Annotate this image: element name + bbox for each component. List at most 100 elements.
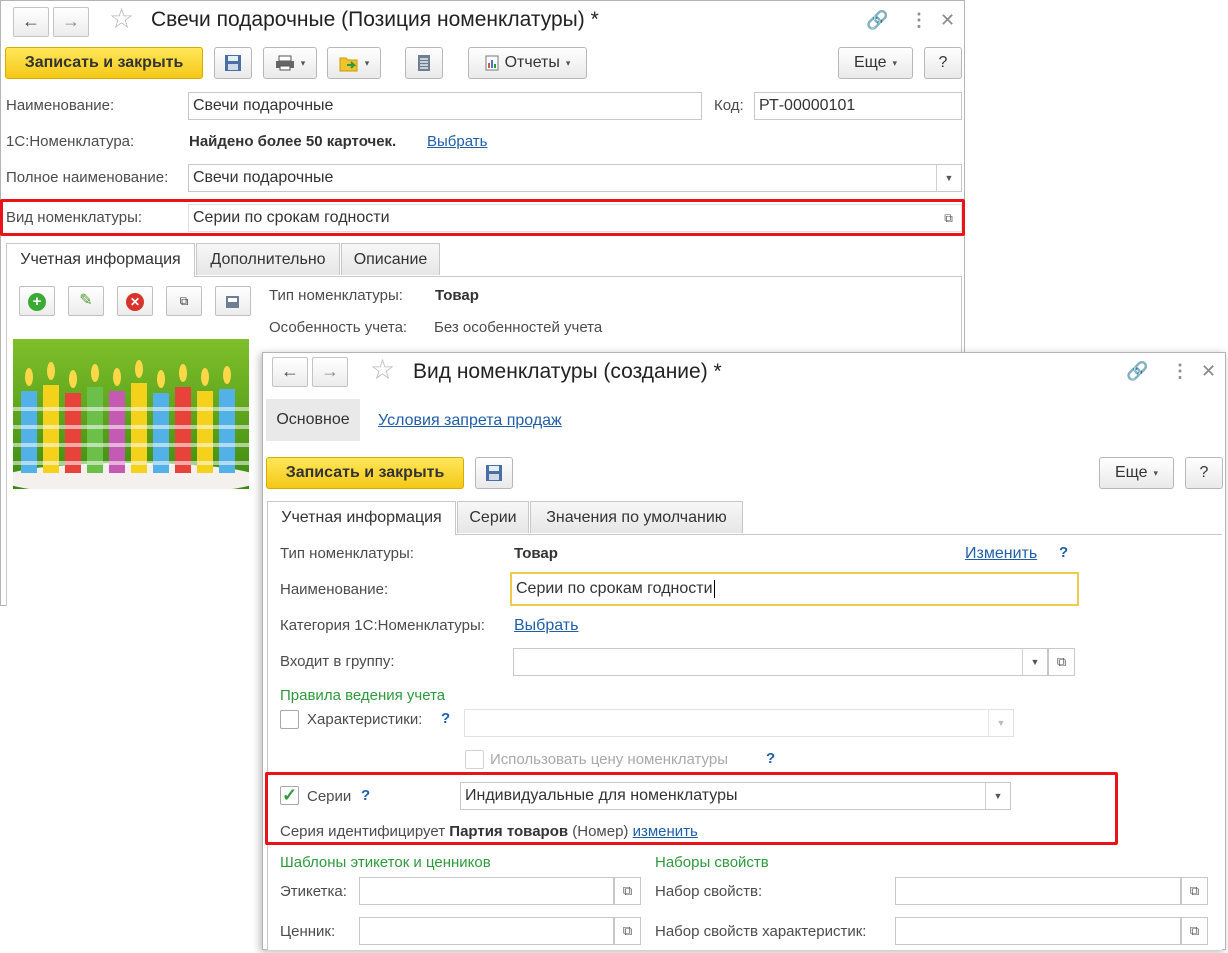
- chars-field: ▼: [464, 709, 1014, 737]
- feature-value: Без особенностей учета: [434, 319, 603, 336]
- highlight-kind-row: [0, 199, 965, 236]
- chars-checkbox[interactable]: [280, 710, 299, 729]
- code-field[interactable]: РТ-00000101: [754, 92, 962, 120]
- props-header: Наборы свойств: [655, 854, 769, 871]
- price-tag-open-icon[interactable]: ⧉: [614, 917, 641, 945]
- favorite-star-icon-2[interactable]: ☆: [370, 356, 395, 384]
- close-icon[interactable]: ✕: [940, 11, 955, 29]
- type-value-2: Товар: [514, 545, 558, 562]
- more-vert-icon-2[interactable]: ⋮: [1171, 362, 1189, 380]
- use-price-label: Использовать цену номенклатуры: [490, 751, 728, 768]
- back-button[interactable]: ←: [13, 7, 49, 37]
- close-icon-2[interactable]: ✕: [1201, 362, 1216, 380]
- name-label: Наименование:: [6, 97, 115, 114]
- category-label: Категория 1С:Номенклатуры:: [280, 617, 485, 634]
- tab-accounting[interactable]: Учетная информация: [6, 243, 195, 277]
- use-price-help-icon[interactable]: ?: [766, 750, 775, 767]
- report-icon: [485, 55, 499, 71]
- chars-label: Характеристики:: [307, 711, 423, 728]
- chars-help-icon[interactable]: ?: [441, 710, 450, 727]
- feature-label: Особенность учета:: [269, 319, 408, 336]
- type-help-icon[interactable]: ?: [1059, 544, 1068, 561]
- type-label-2: Тип номенклатуры:: [280, 545, 414, 562]
- reports-dropdown[interactable]: Отчеты ▾: [468, 47, 587, 79]
- type-label: Тип номенклатуры:: [269, 287, 403, 304]
- link-icon-2[interactable]: 🔗: [1126, 362, 1148, 380]
- chevron-down-icon[interactable]: ▼: [936, 165, 961, 191]
- name-field-2[interactable]: Серии по срокам годности: [510, 572, 1079, 606]
- save-close-button[interactable]: Записать и закрыть: [5, 47, 203, 79]
- tab-accounting-2[interactable]: Учетная информация: [267, 501, 456, 535]
- more-vert-icon[interactable]: ⋮: [910, 11, 928, 29]
- label-field[interactable]: [359, 877, 614, 905]
- nom1c-found-text: Найдено более 50 карточек.: [189, 133, 397, 150]
- add-icon[interactable]: +: [19, 286, 55, 316]
- save-icon-2[interactable]: [475, 457, 513, 489]
- forward-button[interactable]: →: [53, 7, 89, 37]
- price-tag-field[interactable]: [359, 917, 614, 945]
- more-label: Еще: [853, 54, 887, 72]
- props-field[interactable]: [895, 877, 1181, 905]
- char-props-open-icon[interactable]: ⧉: [1181, 917, 1208, 945]
- name-field[interactable]: Свечи подарочные: [188, 92, 702, 120]
- props-open-icon[interactable]: ⧉: [1181, 877, 1208, 905]
- group-label: Входит в группу:: [280, 653, 395, 670]
- print-dropdown[interactable]: ▾: [263, 47, 317, 79]
- tab-defaults[interactable]: Значения по умолчанию: [530, 501, 743, 533]
- char-props-label: Набор свойств характеристик:: [655, 923, 867, 940]
- group-field[interactable]: ▼: [513, 648, 1048, 676]
- product-image: [13, 339, 249, 489]
- price-tag-label: Ценник:: [280, 923, 336, 940]
- scan-icon[interactable]: [215, 286, 251, 316]
- fullname-value: Свечи подарочные: [193, 169, 334, 186]
- char-props-field[interactable]: [895, 917, 1181, 945]
- folder-arrow-icon: [339, 57, 358, 72]
- name-label-2: Наименование:: [280, 581, 389, 598]
- chevron-down-icon-3: ▼: [988, 710, 1013, 736]
- window-title: Свечи подарочные (Позиция номенклатуры) …: [151, 8, 599, 31]
- fullname-field[interactable]: Свечи подарочные ▼: [188, 164, 962, 192]
- props-label: Набор свойств:: [655, 883, 763, 900]
- delete-icon[interactable]: ✕: [117, 286, 153, 316]
- favorite-star-icon[interactable]: ☆: [109, 5, 134, 33]
- nom1c-label: 1С:Номенклатура:: [6, 133, 135, 150]
- help-button[interactable]: ?: [924, 47, 962, 79]
- save-icon[interactable]: [214, 47, 252, 79]
- window-title-2: Вид номенклатуры (создание) *: [413, 360, 722, 383]
- type-value: Товар: [435, 287, 479, 304]
- forward-button-2[interactable]: →: [312, 357, 348, 387]
- print-icon: [275, 55, 294, 71]
- save-close-button-2[interactable]: Записать и закрыть: [266, 457, 464, 489]
- rules-header: Правила ведения учета: [280, 687, 446, 704]
- nom1c-select-link[interactable]: Выбрать: [427, 133, 487, 150]
- text-cursor: [713, 579, 715, 598]
- list-icon[interactable]: [405, 47, 443, 79]
- reports-label: Отчеты: [504, 54, 560, 72]
- type-change-link[interactable]: Изменить: [965, 545, 1037, 563]
- name-value-2: Серии по срокам годности: [516, 580, 713, 597]
- code-label: Код:: [714, 97, 744, 114]
- create-based-dropdown[interactable]: ▾: [327, 47, 381, 79]
- tab-additional[interactable]: Дополнительно: [196, 243, 340, 275]
- tab-description[interactable]: Описание: [341, 243, 440, 275]
- copy-icon[interactable]: ⧉: [166, 286, 202, 316]
- more-label-2: Еще: [1114, 464, 1148, 482]
- fullname-label: Полное наименование:: [6, 169, 169, 186]
- link-icon[interactable]: 🔗: [866, 11, 888, 29]
- use-price-checkbox: [465, 750, 484, 769]
- label-open-icon[interactable]: ⧉: [614, 877, 641, 905]
- label-label: Этикетка:: [280, 883, 347, 900]
- back-button-2[interactable]: ←: [272, 357, 308, 387]
- help-button-2[interactable]: ?: [1185, 457, 1223, 489]
- more-dropdown-2[interactable]: Еще ▾: [1099, 457, 1174, 489]
- tab-series[interactable]: Серии: [457, 501, 529, 533]
- templates-header: Шаблоны этикеток и ценников: [280, 854, 491, 871]
- kind-window: ← → ☆ Вид номенклатуры (создание) * 🔗 ⋮ …: [262, 352, 1226, 950]
- category-select-link[interactable]: Выбрать: [514, 617, 578, 635]
- chevron-down-icon-2[interactable]: ▼: [1022, 649, 1047, 675]
- section-main[interactable]: Основное: [266, 399, 360, 441]
- more-dropdown[interactable]: Еще ▾: [838, 47, 913, 79]
- group-open-icon[interactable]: ⧉: [1048, 648, 1075, 676]
- edit-icon[interactable]: ✎: [68, 286, 104, 316]
- section-sales-ban-link[interactable]: Условия запрета продаж: [378, 412, 562, 430]
